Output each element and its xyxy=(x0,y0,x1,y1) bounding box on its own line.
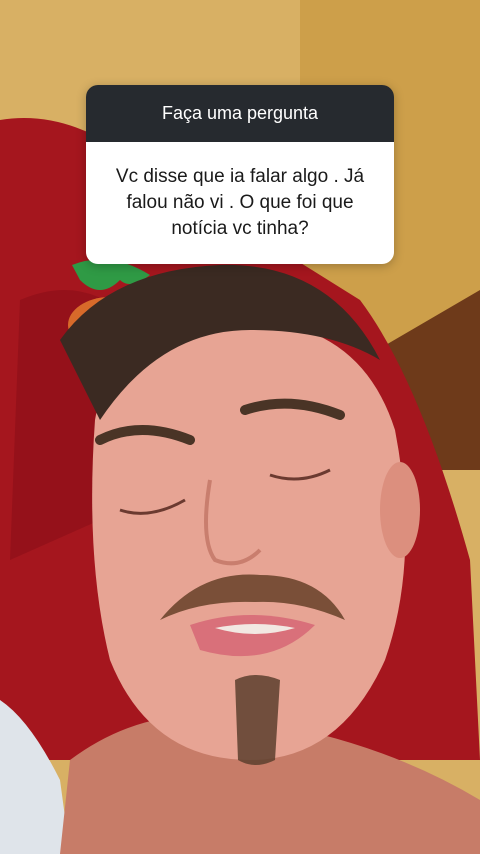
question-sticker-title: Faça uma pergunta xyxy=(86,85,394,142)
question-sticker[interactable]: Faça uma pergunta Vc disse que ia falar … xyxy=(86,85,394,264)
ear xyxy=(380,462,420,558)
question-sticker-text: Vc disse que ia falar algo . Já falou nã… xyxy=(86,142,394,264)
goatee xyxy=(235,675,280,765)
